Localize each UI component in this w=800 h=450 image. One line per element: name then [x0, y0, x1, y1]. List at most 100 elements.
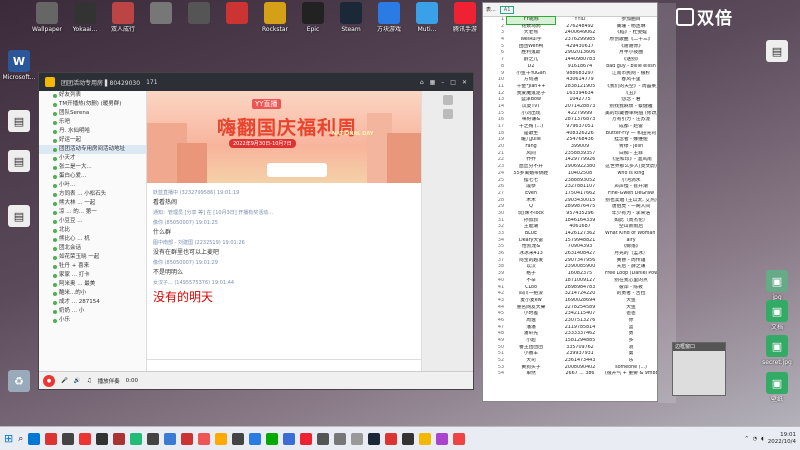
table-row[interactable]: 17 千之殇 (...) 979637051 成都 - 赵雷 [483, 124, 657, 131]
table-row[interactable]: 39格子16082375Free Loop (Daniel Powter) [483, 271, 657, 278]
table-cell[interactable]: (很开气 + 重要 & 9m88) [605, 371, 657, 378]
table-row[interactable]: 21 风间 2358839357 白痴 - 王菲 [483, 151, 657, 158]
channel-item[interactable]: 阿米奥 ... 最美 [39, 280, 146, 289]
table-cell[interactable]: 27 [483, 191, 507, 198]
table-row[interactable]: 49 小超 1581294885 多 [483, 338, 657, 345]
table-cell[interactable]: 乔乔 [507, 157, 555, 164]
table-cell[interactable]: 爸爸 [605, 311, 657, 318]
table-cell[interactable]: 28 [483, 198, 507, 205]
table-cell[interactable]: 54 [483, 371, 507, 378]
table-cell[interactable]: 别在我心里的点 [605, 278, 657, 285]
channel-item[interactable]: 奶奶 ... 小 [39, 307, 146, 316]
table-cell[interactable]: someone (...) [605, 365, 657, 372]
play-music-label[interactable]: 播放伴奏 [98, 377, 120, 385]
table-cell[interactable]: 51 [483, 351, 507, 358]
table-cell[interactable]: 阑珊 - 杨丞琳 [605, 24, 657, 31]
desktop-icon[interactable]: Wallpaper [30, 2, 64, 33]
taskbar-app-icon[interactable] [334, 432, 347, 445]
table-cell[interactable]: 15 [483, 111, 507, 118]
desktop-icon[interactable] [182, 2, 216, 33]
table-cell[interactable]: 《稻》- 杜雯媞 [605, 30, 657, 37]
table-cell[interactable]: 13 [483, 97, 507, 104]
table-cell[interactable]: 2907347956 [555, 258, 605, 265]
table-cell[interactable]: 2307513276 [555, 318, 605, 325]
promo-banner[interactable]: YY直播 嗨翻国庆福利周 NATIONAL DAY 2022年9月30日-10月… [147, 91, 421, 183]
table-cell[interactable]: Free Loop (Daniel Powter) [605, 271, 657, 278]
table-cell[interactable]: 12 [483, 91, 507, 98]
clock[interactable]: 19:01 2022/10/4 [768, 432, 796, 446]
table-cell[interactable]: Even [507, 191, 555, 198]
table-cell[interactable]: 20 [483, 144, 507, 151]
table-cell[interactable]: 天后 - 薛之谦 [605, 264, 657, 271]
table-cell[interactable]: Q [507, 204, 555, 211]
table-cell[interactable]: 重名网友大果 [507, 305, 555, 312]
table-cell[interactable]: 36 [483, 251, 507, 258]
table-cell[interactable]: 52 [483, 358, 507, 365]
table-cell[interactable]: airy [605, 238, 657, 245]
taskbar-app-icon[interactable] [62, 432, 75, 445]
table-row[interactable]: 2 花数乌鸦 276248492 阑珊 - 杨丞琳 [483, 24, 657, 31]
table-cell[interactable]: 大老熊 [507, 30, 555, 37]
table-cell[interactable]: 47 [483, 325, 507, 332]
table-cell[interactable]: 江南市民网 - 银杉 [605, 71, 657, 78]
table-cell[interactable]: 美的珍藏香单纯值 (修改后) [605, 111, 657, 118]
table-cell[interactable]: 1750417662 [555, 191, 605, 198]
table-cell[interactable]: 空山新雨后 [605, 224, 657, 231]
close-icon[interactable]: ✕ [462, 79, 467, 86]
table-cell[interactable]: 43 [483, 298, 507, 305]
table-cell[interactable]: 408326226 [555, 131, 605, 138]
table-cell[interactable]: 9 [483, 71, 507, 78]
table-row[interactable]: 22 乔乔 1429779926 《逆和印》- 温岚南 [483, 157, 657, 164]
desktop-icon[interactable] [220, 2, 254, 33]
table-row[interactable]: 33BLUE1426127362What Kind of Woman Is Th… [483, 231, 657, 238]
table-row[interactable]: 20 Fang 399009 青绿 - jelin [483, 144, 657, 151]
channel-item[interactable]: 熊比心 ... 机 [39, 235, 146, 244]
table-row[interactable]: 31 孙叔叔 1846164339 如此（周杰伦） [483, 218, 657, 225]
channel-item[interactable]: 熊大林 ... 一起 [39, 199, 146, 208]
table-cell[interactable]: 1846164339 [555, 218, 605, 225]
table-cell[interactable]: 小番羊 [507, 351, 555, 358]
table-cell[interactable]: 2358839357 [555, 151, 605, 158]
table-cell[interactable]: 蓝泽Bow [507, 97, 555, 104]
table-cell[interactable]: 2667 ... 386 [555, 371, 605, 378]
taskbar-app-icon[interactable] [113, 432, 126, 445]
table-cell[interactable]: 千之殇 (...) [507, 124, 555, 131]
table-cell[interactable]: 风间 [507, 151, 555, 158]
channel-item[interactable]: 乐吧 [39, 118, 146, 127]
table-cell[interactable]: 格子 [507, 271, 555, 278]
table-cell[interactable]: 988683297 [555, 71, 605, 78]
table-cell[interactable]: 龄之兀 [507, 57, 555, 64]
table-cell[interactable]: 周逸 [507, 318, 555, 325]
table-cell[interactable]: 2899876475 [555, 204, 605, 211]
table-cell[interactable]: 44 [483, 305, 507, 312]
channel-item[interactable]: 团北会话 [39, 244, 146, 253]
table-cell[interactable]: 摆七七 [507, 178, 555, 185]
table-row[interactable]: 1 YY昵称 YYID 参加曲目 [483, 16, 657, 25]
table-cell[interactable]: 31 [483, 218, 507, 225]
desktop-icon-doc-r[interactable]: ▣ 文档 [760, 300, 794, 331]
table-cell[interactable]: 979637051 [555, 124, 605, 131]
table-cell[interactable]: 24 [483, 171, 507, 178]
table-cell[interactable]: 声声慢 - 崔开潮 [605, 184, 657, 191]
table-cell[interactable]: YY昵称 [506, 16, 556, 25]
table-cell[interactable]: 浪 [605, 345, 657, 352]
table-cell[interactable]: 10 [483, 77, 507, 84]
channel-item[interactable]: 凉 ... 的... 第一 [39, 208, 146, 217]
taskbar-app-icon[interactable] [385, 432, 398, 445]
table-cell[interactable]: 怡凯龙& [507, 244, 555, 251]
table-cell[interactable]: 2400649062 [555, 30, 605, 37]
table-cell[interactable]: 的勇者 - 吉拉 [605, 291, 657, 298]
table-row[interactable]: 8 D2 91618674 bad guy - billie eilish [483, 64, 657, 71]
table-cell[interactable]: 10402508 [555, 171, 605, 178]
desktop-icon-right-1[interactable]: ▤ [760, 40, 794, 64]
table-cell[interactable]: 26 [483, 184, 507, 191]
table-cell[interactable]: 小时差 [507, 311, 555, 318]
table-cell[interactable]: 2390085900 [555, 264, 605, 271]
desktop-icon[interactable]: Muti... [410, 2, 444, 33]
table-cell[interactable]: 小鱼干YuGan [507, 71, 555, 78]
desktop-icon-doc2[interactable]: ▤ [2, 150, 36, 174]
table-cell[interactable]: 怨念 - 君 [605, 97, 657, 104]
channel-item[interactable]: 如花荣玉晓 一起 [39, 253, 146, 262]
channel-item[interactable]: 好友列表 [39, 91, 146, 100]
chevron-up-icon[interactable]: ^ [745, 436, 749, 442]
